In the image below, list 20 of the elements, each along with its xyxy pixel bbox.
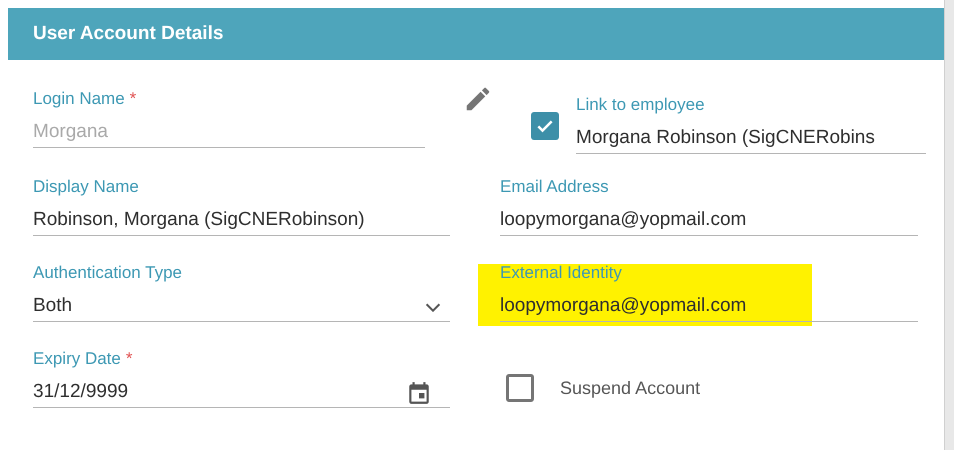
field-label: Login Name (33, 88, 125, 110)
field-label: Display Name (33, 176, 139, 198)
required-mark: * (126, 348, 132, 370)
field-label: Link to employee (576, 94, 705, 116)
checkbox[interactable] (531, 112, 559, 140)
required-mark: * (130, 88, 136, 110)
field-label: Authentication Type (33, 262, 182, 284)
input-field[interactable]: Robinson, Morgana (SigCNERobinson) (33, 206, 450, 236)
input-field[interactable]: Morgana Robinson (SigCNERobins (576, 124, 926, 154)
checkbox[interactable] (506, 374, 534, 402)
input-field[interactable]: 31/12/9999 (33, 378, 450, 408)
scrollbar[interactable] (944, 0, 954, 450)
field-label: External Identity (500, 262, 622, 284)
panel-header: User Account Details (8, 8, 944, 60)
field-label: Expiry Date (33, 348, 121, 370)
input-field[interactable]: loopymorgana@yopmail.com (500, 292, 918, 322)
input-field[interactable]: loopymorgana@yopmail.com (500, 206, 918, 236)
checkbox-label: Suspend Account (560, 376, 700, 400)
field-label: Email Address (500, 176, 609, 198)
input-field[interactable]: Both (33, 292, 450, 322)
